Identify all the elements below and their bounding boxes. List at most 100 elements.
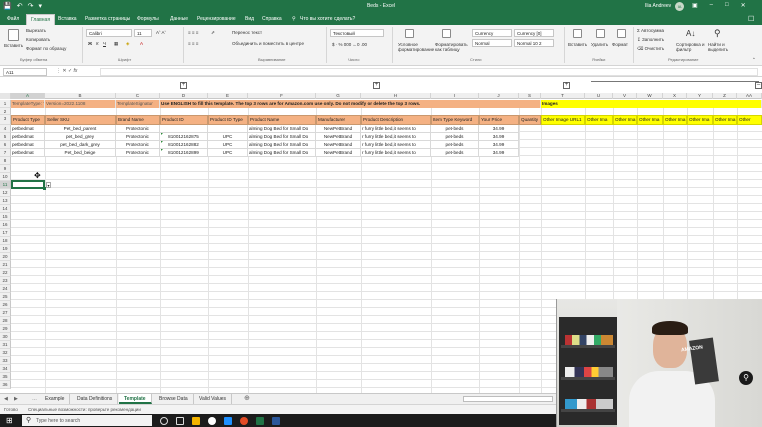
style-currency[interactable]: Currency [472,29,512,37]
number-format-select[interactable]: Текстовый [330,29,384,37]
row-header[interactable]: 14 [0,205,11,213]
store-icon[interactable] [224,417,232,425]
product-cell-desc[interactable]: r furry little bed,it seems to [361,149,431,157]
column-header[interactable]: E [208,93,248,99]
row-header[interactable]: 33 [0,357,11,365]
header-cell[interactable]: Other Ima [713,115,737,125]
row-header[interactable]: 30 [0,333,11,341]
file-explorer-icon[interactable] [192,417,200,425]
tab-review[interactable]: Рецензирование [197,16,236,22]
maximize-icon[interactable]: □ [725,2,729,9]
product-cell-sku[interactable]: Pet_bed_beige [45,149,116,157]
sheet-tab-data-definitions[interactable]: Data Definitions [72,394,119,404]
format-painter-button[interactable]: Формат по образцу [26,46,66,51]
word-icon[interactable] [272,417,280,425]
minimize-icon[interactable]: – [710,2,713,9]
product-cell-desc[interactable]: r furry little bed,it seems to [361,141,431,149]
excel-icon[interactable] [256,417,264,425]
row-header[interactable]: 12 [0,189,11,197]
column-header[interactable]: F [248,93,316,99]
row-header[interactable]: 9 [0,165,11,173]
row-header[interactable]: 17 [0,229,11,237]
header-cell[interactable]: Other [737,115,762,125]
fill-button[interactable]: ↧ Заполнить [637,37,664,43]
row-header[interactable]: 15 [0,213,11,221]
row-header[interactable]: 32 [0,349,11,357]
tab-page-layout[interactable]: Разметка страницы [85,16,130,22]
more-sheets-icon[interactable]: … [32,396,37,402]
tell-me-search[interactable]: Что вы хотите сделать? [300,16,355,22]
error-indicator-icon[interactable] [161,141,163,143]
tab-view[interactable]: Вид [245,16,254,22]
row-header[interactable]: 13 [0,197,11,205]
insert-function-icon[interactable]: ⋮ ✕ ✓ fx [56,68,77,74]
header-cell[interactable]: Your Price [479,115,519,125]
row-header[interactable]: 24 [0,285,11,293]
row-header[interactable]: 27 [0,309,11,317]
row-header[interactable]: 1 [0,100,11,108]
row-header[interactable]: 8 [0,157,11,165]
row-header[interactable]: 10 [0,173,11,181]
row-header[interactable]: 29 [0,325,11,333]
user-name[interactable]: Ilia Andreev [645,3,671,9]
column-header[interactable]: Y [687,93,713,99]
tab-help[interactable]: Справка [262,16,282,22]
header-cell[interactable]: Other Ima [613,115,637,125]
currency-format-icon[interactable]: $ · % 000 ←0 .00 [332,42,367,47]
horizontal-scrollbar[interactable] [463,396,553,402]
column-header[interactable]: S [519,93,541,99]
clear-button[interactable]: ⌫ Очистить [637,46,664,52]
borders-icon[interactable]: ▦ [114,41,118,47]
app-icon[interactable] [240,417,248,425]
product-cell-brand[interactable]: Protectonic [116,125,160,133]
product-cell-name[interactable]: alming Dog Bed for Small Do [248,149,316,157]
comments-icon[interactable]: ☐ [748,15,754,23]
product-cell-name[interactable]: alming Dog Bed for Small Do [248,133,316,141]
product-cell-kw[interactable]: pet-beds [431,141,479,149]
ribbon-display-icon[interactable]: ▣ [692,2,698,9]
product-cell-id-type[interactable] [208,125,248,133]
row-header[interactable]: 22 [0,269,11,277]
windows-start-icon[interactable]: ⊞ [6,416,13,425]
row-header[interactable]: 2 [0,108,11,115]
chrome-icon[interactable] [208,417,216,425]
add-sheet-icon[interactable]: ⊕ [244,394,250,402]
product-cell-id[interactable]: 810012162882 [160,141,208,149]
style-currency-0[interactable]: Currency [0] [514,29,554,37]
style-normal[interactable]: Normal [472,39,512,47]
product-cell-kw[interactable]: pet-beds [431,149,479,157]
row-header[interactable]: 3 [0,115,11,125]
accessibility-status[interactable]: Специальные возможности: проверьте реком… [28,407,141,412]
format-cells-icon[interactable] [617,29,626,38]
italic-icon[interactable]: К [96,41,99,46]
conditional-formatting-icon[interactable] [405,29,414,38]
avatar[interactable]: IA [675,2,684,11]
row-header[interactable]: 18 [0,237,11,245]
sheet-tab-browse-data[interactable]: Browse Data [154,394,194,404]
column-header[interactable]: X [663,93,687,99]
sort-filter-button[interactable]: Сортировка и фильтр [676,42,706,52]
active-cell-selection[interactable] [11,180,46,190]
product-cell-id-type[interactable]: UPC [208,141,248,149]
font-name-select[interactable]: Calibri [86,29,132,37]
column-header[interactable]: AA [737,93,762,99]
format-as-table-button[interactable]: Форматировать как таблицу [435,42,469,52]
row-header[interactable]: 28 [0,317,11,325]
row-header[interactable]: 6 [0,141,11,149]
header-cell[interactable]: Other Image URL1 [541,115,585,125]
product-cell-type[interactable]: petbedmat [11,133,45,141]
tab-data[interactable]: Данные [170,16,188,22]
close-icon[interactable]: ✕ [741,2,746,9]
cut-button[interactable]: Вырезать [26,28,46,33]
bold-icon[interactable]: Ж [88,41,92,46]
row-header[interactable]: 11 [0,181,11,189]
delete-cells-icon[interactable] [596,29,605,38]
column-header[interactable]: D [160,93,208,99]
column-header[interactable]: I [431,93,479,99]
column-header[interactable]: U [585,93,613,99]
find-select-button[interactable]: Найти и выделить [708,42,734,52]
product-cell-type[interactable]: petbedmat [11,149,45,157]
select-all-corner[interactable] [0,93,11,99]
underline-icon[interactable]: Ч [103,41,106,46]
taskbar-search[interactable]: ⚲ Type here to search [22,415,152,426]
